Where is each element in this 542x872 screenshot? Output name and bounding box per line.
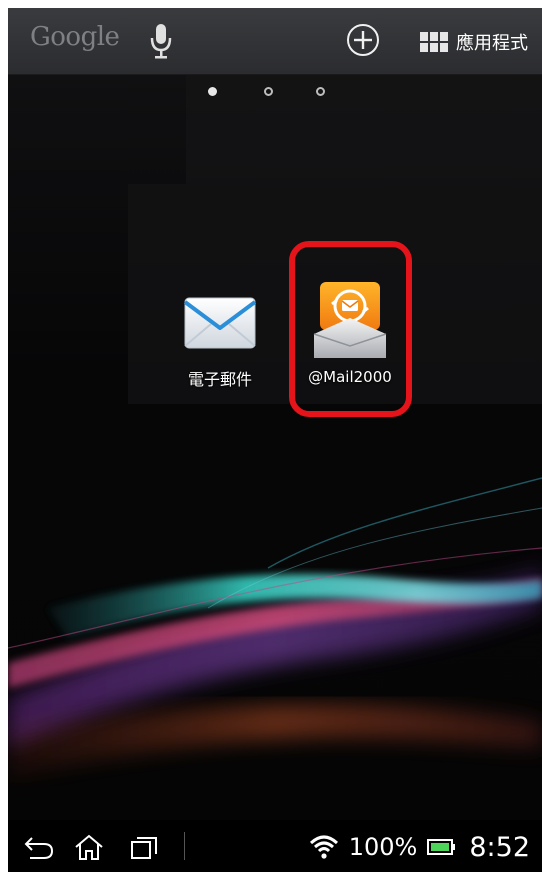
battery-icon — [427, 839, 456, 855]
system-bar: 100% 8:52 — [8, 820, 542, 872]
page-indicator — [198, 82, 338, 102]
app-email[interactable]: 電子郵件 — [170, 288, 270, 390]
wifi-icon — [309, 835, 338, 859]
add-icon[interactable] — [346, 23, 380, 57]
google-search-bar[interactable]: Google 應用程式 — [8, 8, 542, 75]
page-dot-3[interactable] — [316, 87, 325, 96]
page-dot-2[interactable] — [264, 87, 273, 96]
back-icon[interactable] — [22, 832, 56, 862]
status-area[interactable]: 100% 8:52 — [309, 830, 530, 864]
nav-divider — [184, 832, 185, 860]
app-mail2000[interactable]: @Mail2000 — [298, 280, 402, 386]
google-logo[interactable]: Google — [30, 22, 120, 52]
page-dot-1[interactable] — [208, 87, 217, 96]
microphone-icon[interactable] — [150, 22, 172, 62]
app-mail2000-label: @Mail2000 — [308, 368, 392, 386]
home-icon[interactable] — [72, 832, 106, 862]
email-envelope-icon — [183, 297, 257, 349]
clock: 8:52 — [469, 831, 530, 863]
home-screen: Google 應用程式 電子郵件 @Mail2000 100% 8:52 — [8, 8, 542, 872]
recent-apps-icon[interactable] — [128, 832, 162, 862]
apps-button[interactable]: 應用程式 — [420, 28, 528, 56]
battery-percent: 100% — [348, 833, 418, 861]
apps-grid-icon — [420, 32, 448, 52]
app-email-label: 電子郵件 — [187, 370, 252, 389]
apps-label: 應用程式 — [456, 33, 528, 54]
mail2000-app-icon — [313, 282, 387, 358]
wallpaper — [8, 8, 542, 820]
